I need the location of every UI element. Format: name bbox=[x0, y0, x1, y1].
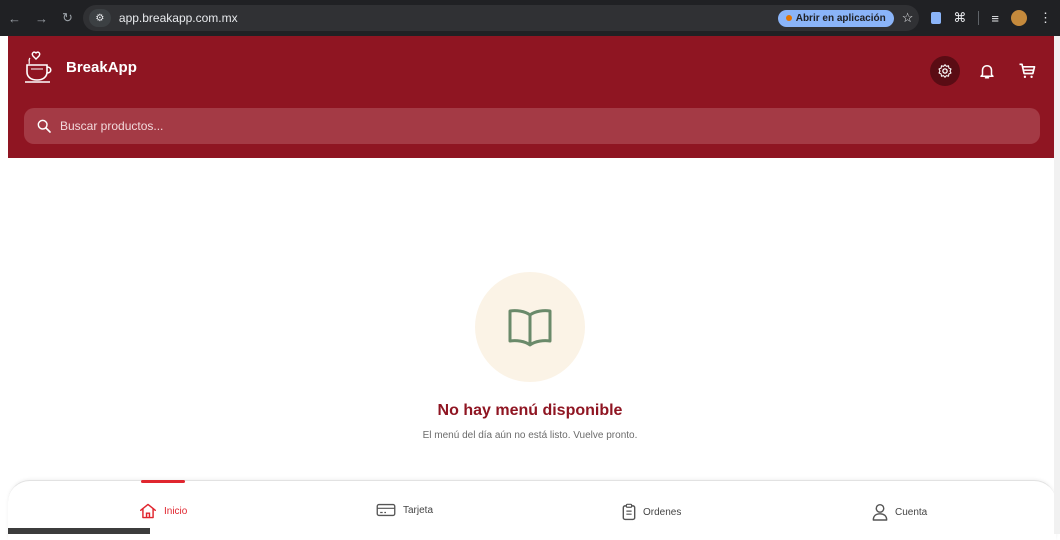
app-dot-icon bbox=[785, 15, 792, 21]
forward-icon[interactable]: → bbox=[35, 11, 48, 26]
nav-label-tarjeta: Tarjeta bbox=[403, 504, 434, 516]
back-icon[interactable]: ← bbox=[8, 11, 21, 26]
scrollbar-track[interactable] bbox=[1054, 36, 1060, 534]
empty-state-title: No hay menú disponible bbox=[437, 402, 623, 419]
settings-button[interactable] bbox=[930, 56, 960, 86]
clipboard-icon bbox=[622, 503, 636, 521]
reload-icon[interactable]: ↻ bbox=[62, 10, 73, 26]
card-icon bbox=[376, 503, 396, 517]
open-in-app-label: Abrir en aplicación bbox=[795, 12, 886, 24]
open-book-icon bbox=[508, 309, 552, 347]
bell-icon bbox=[980, 65, 994, 79]
media-icon[interactable]: ≡ bbox=[991, 11, 999, 26]
gear-icon bbox=[938, 64, 952, 78]
omnibox-actions: Abrir en aplicación ☆ bbox=[777, 9, 914, 27]
nav-item-ordenes[interactable]: Ordenes bbox=[622, 503, 681, 521]
cart-button[interactable] bbox=[1014, 58, 1040, 84]
brand[interactable]: BreakApp bbox=[24, 50, 137, 84]
home-icon bbox=[140, 503, 156, 519]
app-header: BreakApp bbox=[8, 36, 1054, 158]
nav-label-cuenta: Cuenta bbox=[895, 506, 928, 518]
nav-item-inicio[interactable]: Inicio bbox=[139, 503, 187, 519]
nav-item-tarjeta[interactable]: Tarjeta bbox=[376, 503, 433, 517]
extensions-puzzle-icon[interactable]: ⌘ bbox=[953, 10, 966, 26]
extension-icon[interactable] bbox=[931, 12, 942, 24]
empty-state-subtitle: El menú del día aún no está listo. Vuelv… bbox=[422, 430, 638, 441]
notifications-button[interactable] bbox=[974, 58, 1000, 84]
cart-icon bbox=[1019, 63, 1036, 78]
search-input[interactable] bbox=[60, 119, 960, 133]
open-in-app-button[interactable]: Abrir en aplicación bbox=[777, 9, 894, 27]
empty-state-illustration bbox=[475, 272, 585, 382]
address-bar[interactable]: ⚙ app.breakapp.com.mx Abrir en aplicació… bbox=[82, 5, 920, 31]
nav-item-cuenta[interactable]: Cuenta bbox=[872, 503, 927, 521]
empty-state: No hay menú disponible El menú del día a… bbox=[0, 272, 1060, 441]
profile-avatar[interactable] bbox=[1011, 10, 1027, 26]
browser-menu-icon[interactable]: ⋮ bbox=[1039, 10, 1052, 26]
search-bar[interactable] bbox=[24, 108, 1040, 144]
header-actions bbox=[930, 56, 1040, 86]
bookmark-star-icon[interactable]: ☆ bbox=[902, 10, 914, 26]
browser-nav: ← → ↻ bbox=[8, 10, 73, 26]
active-tab-indicator bbox=[141, 480, 185, 483]
nav-label-inicio: Inicio bbox=[164, 505, 188, 517]
browser-toolbar: ← → ↻ ⚙ app.breakapp.com.mx Abrir en apl… bbox=[0, 0, 1060, 36]
toolbar-divider bbox=[978, 11, 980, 25]
extension-area: ⌘ ≡ ⋮ bbox=[931, 10, 1052, 26]
site-info-icon[interactable]: ⚙ bbox=[88, 9, 111, 27]
brand-name: BreakApp bbox=[66, 58, 137, 76]
search-icon bbox=[37, 119, 51, 133]
bottom-navigation: Inicio Tarjeta Ordenes Cuenta bbox=[8, 480, 1056, 540]
status-tooltip bbox=[8, 528, 150, 534]
user-icon bbox=[872, 504, 888, 521]
nav-label-ordenes: Ordenes bbox=[643, 506, 682, 518]
url-text[interactable]: app.breakapp.com.mx bbox=[119, 11, 238, 25]
coffee-cup-logo-icon bbox=[25, 51, 52, 83]
